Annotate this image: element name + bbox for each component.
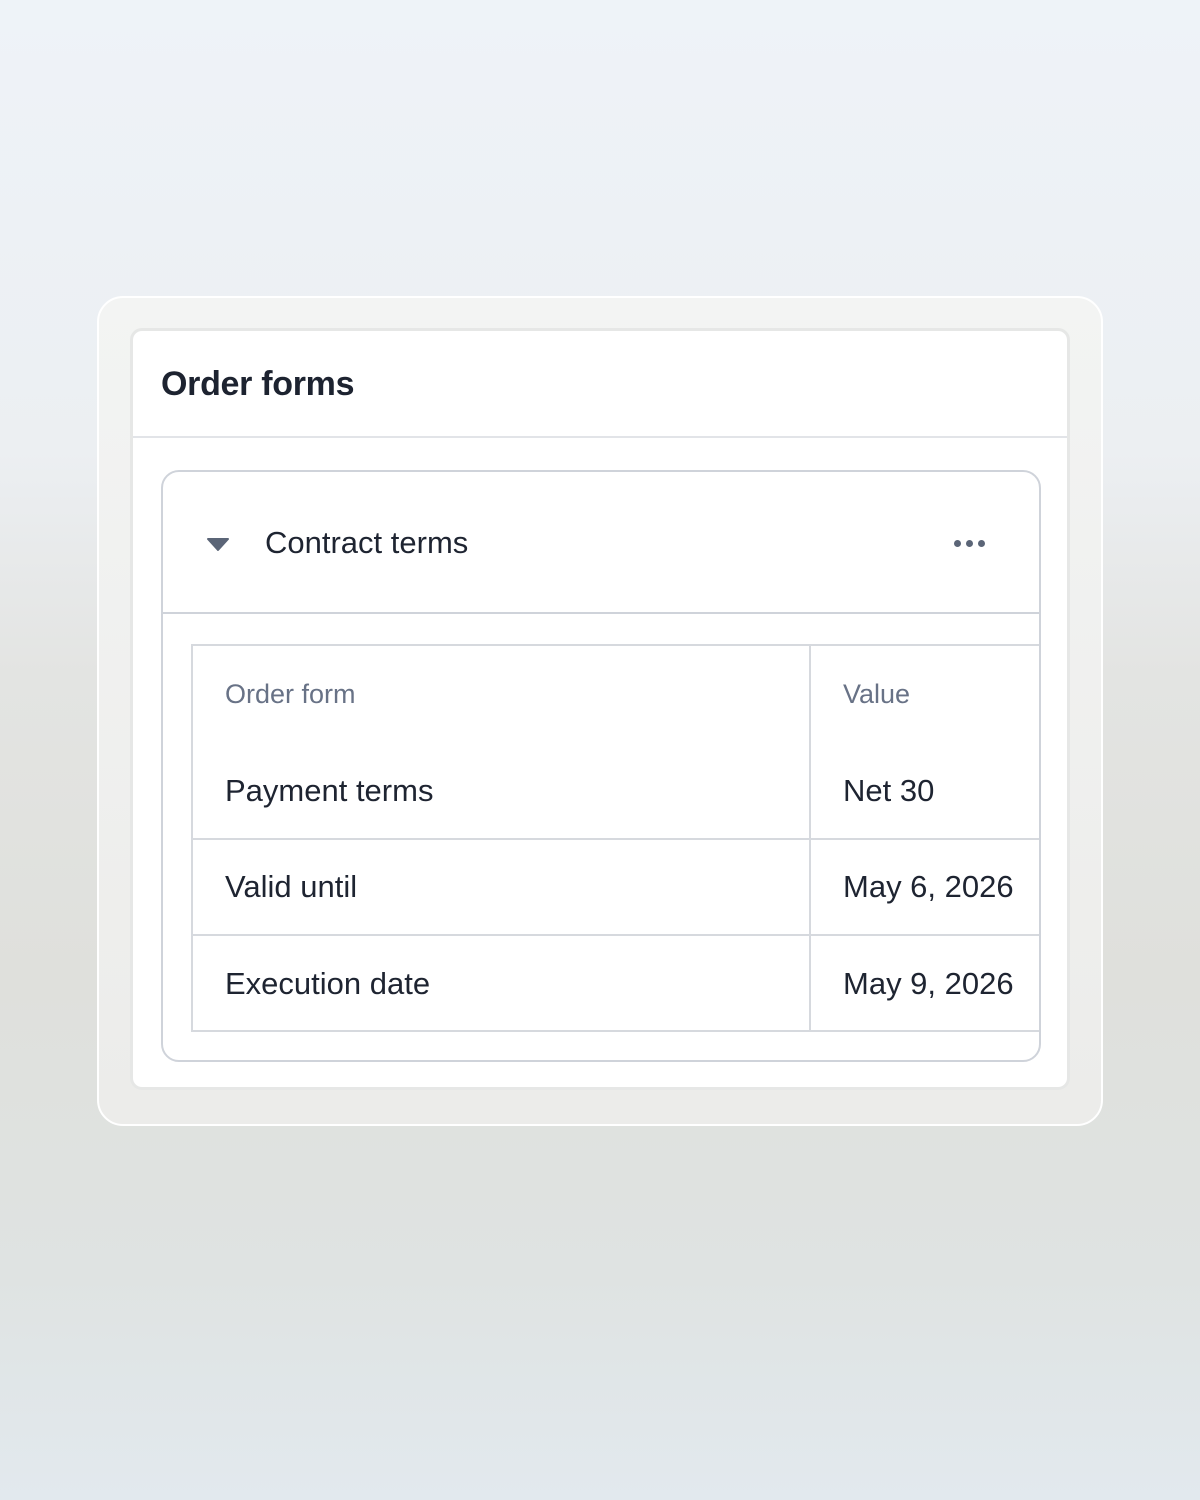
table-row: Valid until May 6, 2026 [193,838,1039,935]
more-options-button[interactable] [945,528,993,558]
table-row: Execution date May 9, 2026 [193,934,1039,1031]
order-form-table: Order form Value Payment terms Net 30 Va… [191,644,1039,1032]
table-header-row: Order form Value [193,646,1039,743]
table-row: Payment terms Net 30 [193,743,1039,839]
section-header[interactable]: Contract terms [163,472,1039,614]
row-label: Valid until [193,838,811,935]
panel-title: Order forms [161,365,355,403]
row-value: May 6, 2026 [810,838,1039,935]
column-header-value: Value [843,679,911,709]
contract-terms-section: Contract terms Order form Value Payment … [161,470,1041,1062]
row-value: Net 30 [843,772,935,808]
row-value: May 9, 2026 [810,934,1039,1031]
panel-header: Order forms [133,331,1067,438]
order-forms-panel: Order forms Contract terms Order form Va… [130,328,1070,1090]
more-horizontal-icon [953,539,961,547]
column-header-order-form: Order form [193,646,811,743]
section-title: Contract terms [265,525,469,560]
caret-down-icon[interactable] [203,532,233,556]
row-label: Execution date [193,934,811,1031]
row-label: Payment terms [193,743,811,839]
